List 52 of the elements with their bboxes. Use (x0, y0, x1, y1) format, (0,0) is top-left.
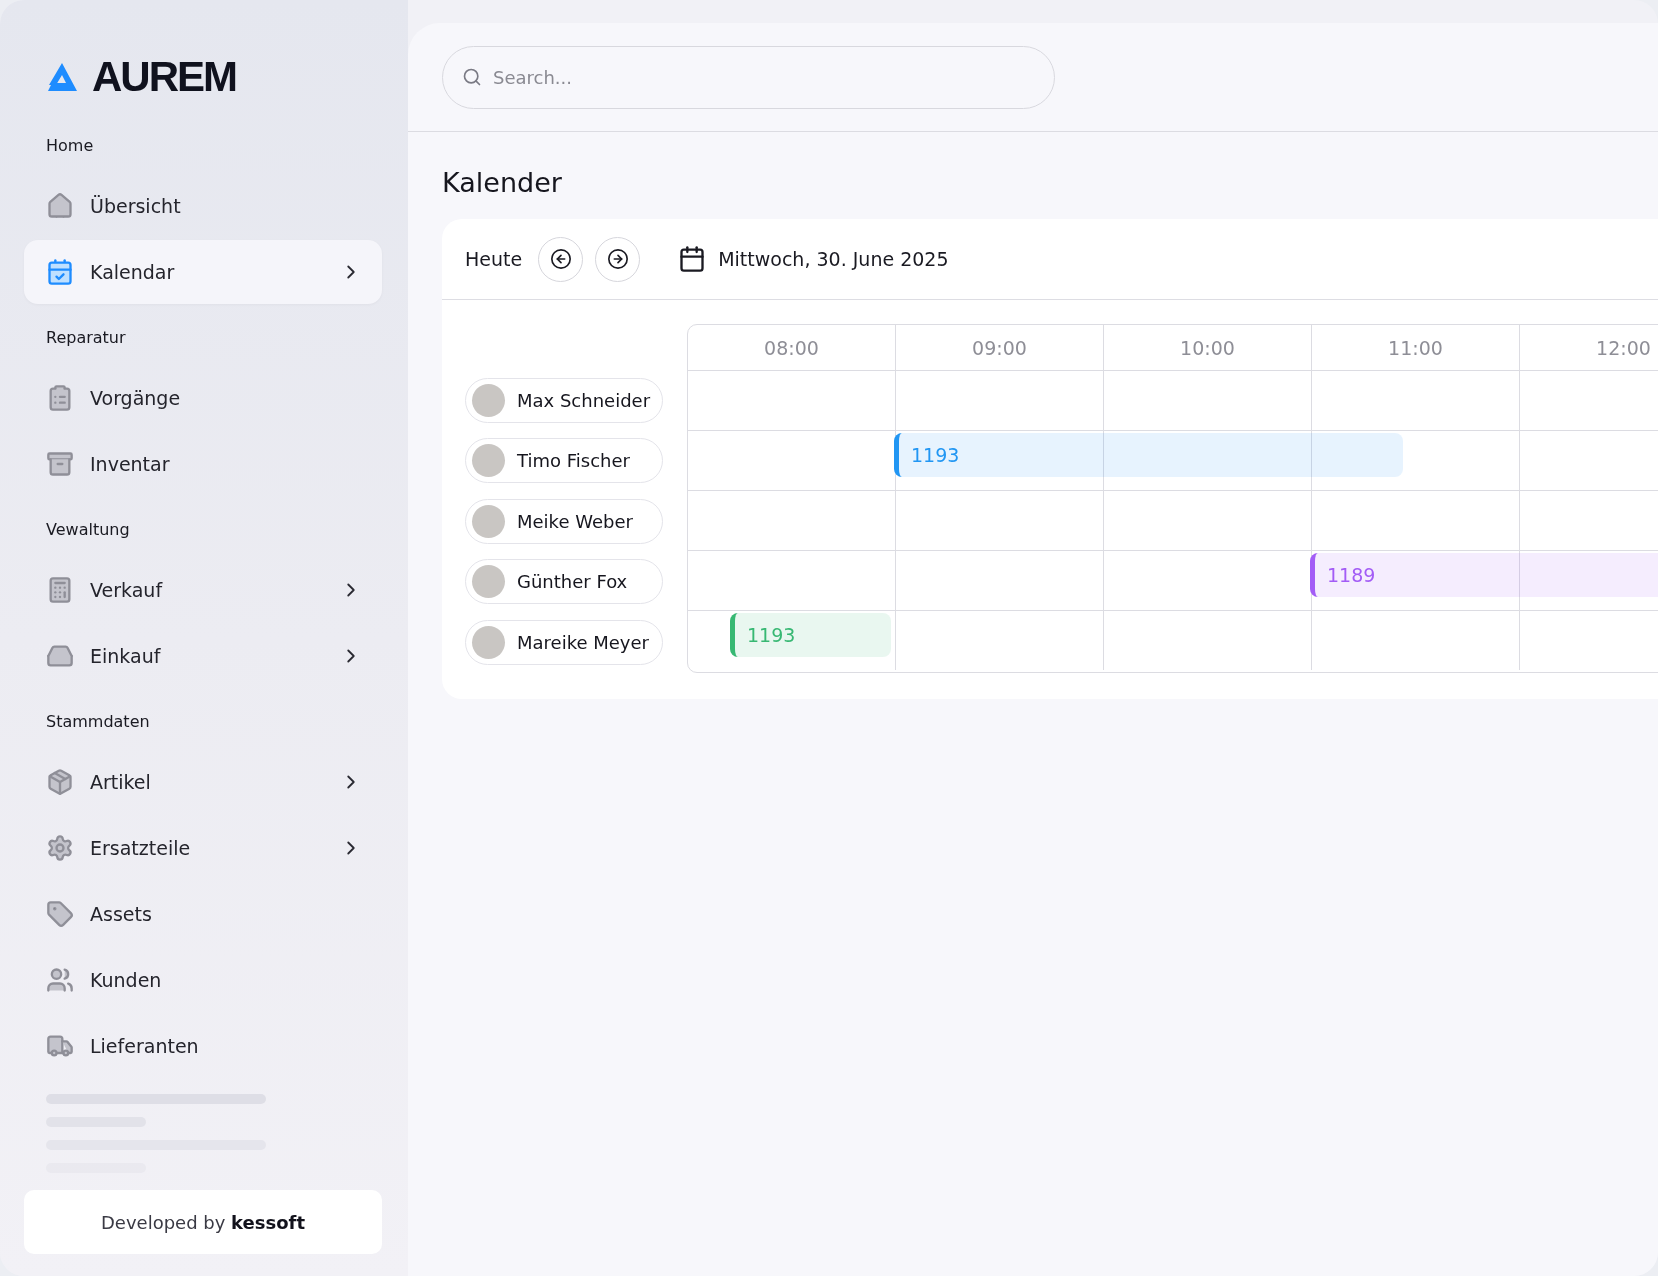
sidebar-label: Verkauf (90, 579, 164, 601)
avatar-placeholder (472, 504, 505, 538)
hour-label: 12:00 (1520, 325, 1658, 370)
sidebar-item[interactable]: Kalendar (24, 240, 382, 304)
sidebar-item[interactable]: Assets (24, 882, 382, 946)
avatar-placeholder (472, 625, 505, 659)
sidebar-item[interactable]: Artikel (24, 750, 382, 814)
calendar-icon (678, 245, 707, 273)
search-field[interactable]: Search... (442, 46, 1055, 109)
sidebar-item[interactable]: Einkauf (24, 624, 382, 688)
drawers-icon (46, 450, 74, 478)
sidebar-label: Assets (90, 903, 153, 925)
house-icon (46, 192, 74, 220)
sidebar-label: Inventar (90, 453, 171, 475)
today-button[interactable]: Heute (465, 248, 523, 270)
sidebar-item[interactable]: Verkauf (24, 558, 382, 622)
sidebar-item[interactable]: Kunden (24, 948, 382, 1012)
section-heading: Vewaltung (45, 518, 131, 541)
hour-label: 10:00 (1104, 325, 1312, 370)
current-date: Mittwoch, 30. June 2025 (718, 248, 949, 270)
avatar-placeholder (472, 565, 505, 599)
section-heading: Reparatur (45, 326, 127, 349)
hour-label: 09:00 (896, 325, 1104, 370)
avatar-placeholder (472, 383, 505, 417)
gear-icon (46, 834, 74, 862)
sidebar-item[interactable]: Inventar (24, 432, 382, 496)
sidebar-item[interactable]: Ersatzteile (24, 816, 382, 880)
logo-icon (46, 61, 78, 93)
sidebar-label: Artikel (90, 771, 152, 793)
logo-text: AUREM (92, 56, 236, 98)
hour-label: 11:00 (1312, 325, 1520, 370)
page-title: Kalender (441, 166, 563, 200)
sidebar-label: Kalendar (90, 261, 176, 283)
sidebar-item[interactable]: Übersicht (24, 174, 382, 238)
sidebar-label: Übersicht (90, 195, 182, 217)
box-icon (46, 768, 74, 796)
section-heading: Home (45, 134, 95, 157)
sidebar-label: Vorgänge (90, 387, 182, 409)
sidebar-item[interactable]: Vorgänge (24, 366, 382, 430)
sidebar-item[interactable]: Lieferanten (24, 1014, 382, 1078)
footer-credit: Developed by kessoft (24, 1190, 382, 1254)
avatar-placeholder (472, 444, 505, 478)
search-icon (462, 67, 482, 87)
sidebar-label: Kunden (90, 969, 163, 991)
sidebar-label: Lieferanten (90, 1035, 200, 1057)
sidebar-label: Ersatzteile (90, 837, 192, 859)
calendar-check-icon (46, 258, 74, 286)
people-icon (46, 966, 74, 994)
hour-label: 08:00 (688, 325, 896, 370)
tag-icon (46, 900, 74, 928)
sidebar-label: Einkauf (90, 645, 162, 667)
section-heading: Stammdaten (45, 710, 151, 733)
